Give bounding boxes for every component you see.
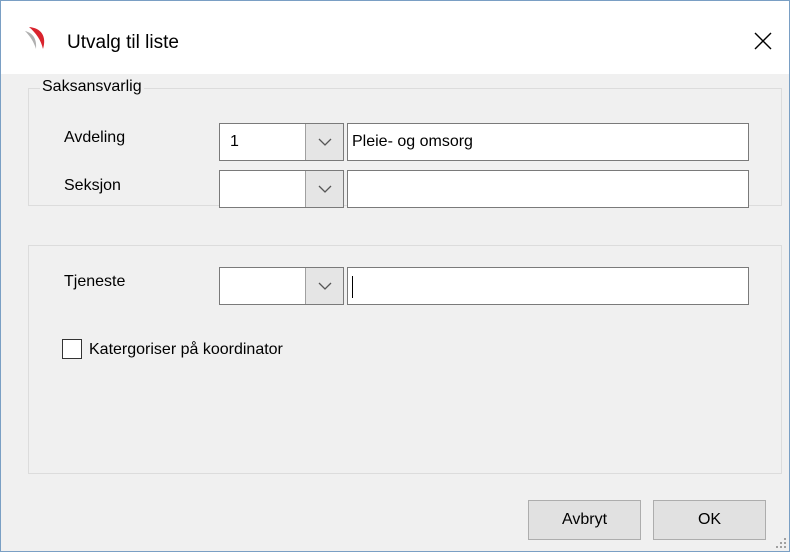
tjeneste-label: Tjeneste <box>64 273 126 290</box>
resize-grip-icon[interactable] <box>775 537 787 549</box>
ok-button[interactable]: OK <box>653 500 766 540</box>
avdeling-code-combobox[interactable]: 1 <box>219 123 344 161</box>
seksjon-label: Seksjon <box>64 177 121 194</box>
katergoriser-checkbox[interactable] <box>62 339 82 359</box>
close-button[interactable] <box>741 21 785 61</box>
tjeneste-dropdown-button[interactable] <box>305 268 343 304</box>
dialog-window: Utvalg til liste Saksansvarlig Avdeling … <box>0 0 790 552</box>
tjeneste-name-field[interactable] <box>347 267 749 305</box>
seksjon-dropdown-button[interactable] <box>305 171 343 207</box>
cancel-button[interactable]: Avbryt <box>528 500 641 540</box>
window-title: Utvalg til liste <box>67 32 179 53</box>
seksjon-code-combobox[interactable] <box>219 170 344 208</box>
katergoriser-checkbox-label[interactable]: Katergoriser på koordinator <box>89 341 283 359</box>
title-bar[interactable]: Utvalg til liste <box>1 1 789 74</box>
chevron-down-icon <box>318 282 331 290</box>
tjeneste-code-combobox[interactable] <box>219 267 344 305</box>
saksansvarlig-legend: Saksansvarlig <box>40 78 144 96</box>
app-logo-icon <box>25 27 45 49</box>
avdeling-code-value: 1 <box>230 133 239 150</box>
avdeling-dropdown-button[interactable] <box>305 124 343 160</box>
avdeling-label: Avdeling <box>64 129 126 146</box>
seksjon-name-field[interactable] <box>347 170 749 208</box>
avdeling-name-field[interactable]: Pleie- og omsorg <box>347 123 749 161</box>
chevron-down-icon <box>318 185 331 193</box>
chevron-down-icon <box>318 138 331 146</box>
avdeling-name-value: Pleie- og omsorg <box>352 133 473 150</box>
close-icon <box>754 32 772 50</box>
text-caret <box>352 276 353 298</box>
